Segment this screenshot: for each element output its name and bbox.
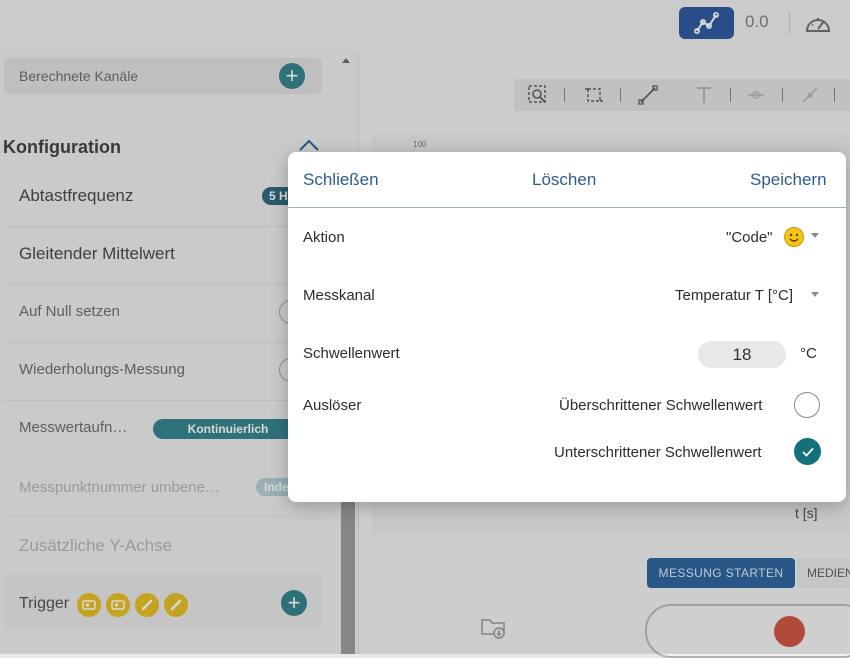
close-button[interactable]: Schließen — [303, 170, 379, 190]
channel-select[interactable]: Temperatur T [°C] — [675, 287, 793, 304]
option-below-radio[interactable] — [794, 438, 821, 465]
chevron-down-icon[interactable] — [811, 233, 819, 238]
dialog-header: Schließen Löschen Speichern — [288, 152, 846, 208]
option-above-radio[interactable] — [794, 392, 820, 418]
option-above-label: Überschrittener Schwellenwert — [559, 397, 763, 414]
save-button[interactable]: Speichern — [750, 170, 827, 190]
checkmark-icon — [801, 447, 814, 457]
trigger-dialog: Schließen Löschen Speichern Aktion "Code… — [288, 152, 846, 502]
action-label: Aktion — [303, 229, 345, 246]
smiley-icon — [784, 227, 804, 247]
threshold-input[interactable] — [698, 341, 786, 368]
threshold-unit: °C — [800, 345, 817, 362]
action-select[interactable]: "Code" — [726, 229, 773, 246]
threshold-label: Schwellenwert — [303, 345, 400, 362]
trigger-mode-label: Auslöser — [303, 397, 362, 414]
option-below-label: Unterschrittener Schwellenwert — [554, 444, 762, 461]
chevron-down-icon[interactable] — [811, 292, 819, 297]
delete-button[interactable]: Löschen — [532, 170, 596, 190]
channel-label: Messkanal — [303, 287, 375, 304]
app-window: 0.0 Berechnete Kanäle + Konfiguration Ab… — [0, 0, 850, 658]
